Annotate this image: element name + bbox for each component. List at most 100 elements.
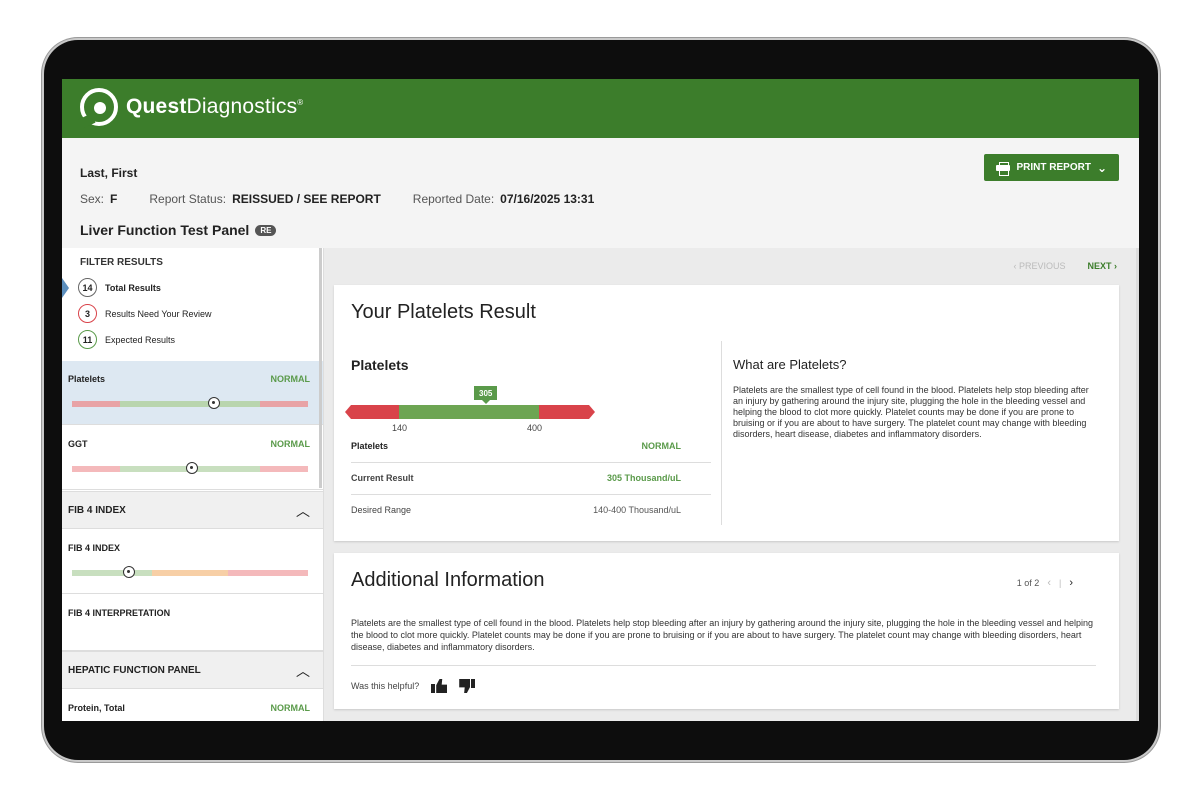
row-value: 140-400 Thousand/uL — [593, 505, 681, 515]
brand-name-light: Diagnostics — [186, 95, 298, 118]
pager-separator: | — [1058, 578, 1062, 588]
additional-info-card: Additional Information 1 of 2 ‹ | › Plat… — [334, 553, 1119, 709]
range-low-label: 140 — [392, 423, 408, 433]
status-value: REISSUED / SEE REPORT — [232, 192, 381, 206]
section-fib4-index[interactable]: FIB 4 INDEX ︿ — [62, 491, 323, 529]
print-report-label: PRINT REPORT — [1016, 162, 1091, 173]
sex-label: Sex: — [80, 192, 105, 206]
chevron-up-icon[interactable]: ︿ — [296, 501, 310, 521]
result-row-current: Current Result 305 Thousand/uL — [351, 473, 711, 483]
result-name: FIB 4 INTERPRETATION — [68, 608, 171, 618]
row-key: Platelets — [351, 441, 389, 451]
expected-count-badge: 11 — [78, 330, 97, 349]
result-status: NORMAL — [270, 439, 311, 449]
previous-link[interactable]: ‹ PREVIOUS — [1013, 261, 1065, 271]
section-hepatic-function-panel[interactable]: HEPATIC FUNCTION PANEL ︿ — [62, 651, 323, 689]
result-row-status: Platelets NORMAL — [351, 441, 711, 451]
results-sidebar: FILTER RESULTS 14 Total Results 3 Result… — [62, 248, 324, 721]
filter-total-results[interactable]: 14 Total Results — [78, 278, 161, 297]
additional-info-body: Platelets are the smallest type of cell … — [351, 618, 1093, 652]
status-label: Report Status: — [149, 192, 227, 206]
printer-icon — [996, 161, 1011, 176]
quest-logo-icon — [80, 88, 118, 126]
result-name: GGT — [68, 439, 88, 449]
page-indicator: 1 of 2 — [1016, 578, 1040, 588]
range-high-label: 400 — [527, 423, 543, 433]
explanation-body: Platelets are the smallest type of cell … — [733, 385, 1089, 439]
report-header: Last, First Sex: F Report Status: REISSU… — [62, 138, 1139, 248]
date-label: Reported Date: — [412, 192, 495, 206]
panel-title-text: Liver Function Test Panel — [80, 222, 250, 238]
result-name: Platelets — [68, 374, 106, 384]
brand-name-bold: Quest — [126, 95, 187, 118]
chevron-left-icon[interactable]: ‹ — [1047, 577, 1051, 589]
registered-mark: ® — [297, 98, 304, 107]
range-bar — [72, 462, 308, 474]
patient-name: Last, First — [80, 166, 138, 180]
result-marker — [186, 462, 199, 474]
result-pager: ‹ PREVIOUS NEXT › — [1013, 261, 1117, 271]
quest-logo[interactable]: QuestDiagnostics® — [80, 88, 303, 126]
panel-title: Liver Function Test Panel RE — [80, 222, 277, 238]
result-name: Protein, Total — [68, 703, 125, 713]
arrow-right-icon — [589, 405, 595, 419]
filter-expected[interactable]: 11 Expected Results — [78, 330, 175, 349]
review-count-badge: 3 — [78, 304, 97, 323]
top-bar: QuestDiagnostics® — [62, 79, 1139, 138]
range-bar — [345, 405, 595, 419]
additional-info-title: Additional Information — [351, 569, 545, 591]
range-bar — [72, 566, 308, 578]
test-name: Platelets — [351, 357, 409, 373]
result-row-desired: Desired Range 140-400 Thousand/uL — [351, 505, 711, 515]
row-key: Current Result — [351, 473, 414, 483]
active-filter-indicator — [62, 278, 69, 298]
row-value: NORMAL — [641, 441, 682, 451]
thumbs-down-icon[interactable] — [459, 679, 476, 693]
section-title: FIB 4 INDEX — [68, 505, 126, 516]
row-key: Desired Range — [351, 505, 412, 515]
result-item-fib4-interpretation[interactable]: FIB 4 INTERPRETATION — [62, 595, 323, 651]
range-bar — [72, 397, 308, 409]
next-link[interactable]: NEXT › — [1087, 261, 1117, 271]
filter-title: FILTER RESULTS — [80, 257, 163, 268]
result-card-title: Your Platelets Result — [351, 301, 536, 323]
result-name: FIB 4 INDEX — [68, 543, 121, 553]
report-meta: Sex: F Report Status: REISSUED / SEE REP… — [80, 192, 594, 206]
thumbs-up-icon[interactable] — [431, 679, 447, 693]
result-item-protein-total[interactable]: Protein, Total NORMAL — [62, 690, 323, 721]
result-item-platelets[interactable]: Platelets NORMAL — [62, 361, 323, 425]
reissued-badge: RE — [255, 224, 277, 236]
divider — [351, 462, 711, 463]
total-count-badge: 14 — [78, 278, 97, 297]
result-card: Your Platelets Result Platelets 305 140 … — [334, 285, 1119, 541]
explanation-title: What are Platelets? — [733, 357, 847, 372]
filter-label: Total Results — [105, 282, 161, 293]
result-value-flag: 305 — [474, 386, 498, 404]
divider — [351, 665, 1096, 666]
section-title: HEPATIC FUNCTION PANEL — [68, 665, 201, 676]
main-content: ‹ PREVIOUS NEXT › Your Platelets Result … — [324, 248, 1139, 721]
result-marker — [122, 566, 135, 578]
result-item-ggt[interactable]: GGT NORMAL — [62, 426, 323, 490]
filter-label: Expected Results — [105, 334, 176, 345]
result-status: NORMAL — [270, 703, 311, 713]
filter-label: Results Need Your Review — [105, 308, 212, 319]
result-status: NORMAL — [270, 374, 311, 384]
main-scrollbar[interactable] — [1136, 248, 1139, 721]
additional-pager: 1 of 2 ‹ | › — [1017, 577, 1073, 589]
sidebar-scrollbar[interactable] — [319, 248, 322, 488]
result-marker — [207, 397, 220, 409]
chevron-up-icon[interactable]: ︿ — [296, 661, 310, 681]
result-item-fib4-index[interactable]: FIB 4 INDEX — [62, 530, 323, 594]
date-value: 07/16/2025 13:31 — [500, 192, 595, 206]
column-divider — [721, 341, 722, 525]
filter-needs-review[interactable]: 3 Results Need Your Review — [78, 304, 212, 323]
divider — [351, 494, 711, 495]
screen: QuestDiagnostics® Last, First Sex: F Rep… — [62, 79, 1139, 721]
print-report-button[interactable]: PRINT REPORT ⌄ — [984, 154, 1119, 181]
feedback-row: Was this helpful? — [351, 679, 476, 693]
row-value: 305 Thousand/uL — [606, 473, 681, 483]
helpful-prompt: Was this helpful? — [351, 681, 420, 691]
sex-value: F — [110, 192, 118, 206]
chevron-right-icon[interactable]: › — [1069, 577, 1073, 589]
